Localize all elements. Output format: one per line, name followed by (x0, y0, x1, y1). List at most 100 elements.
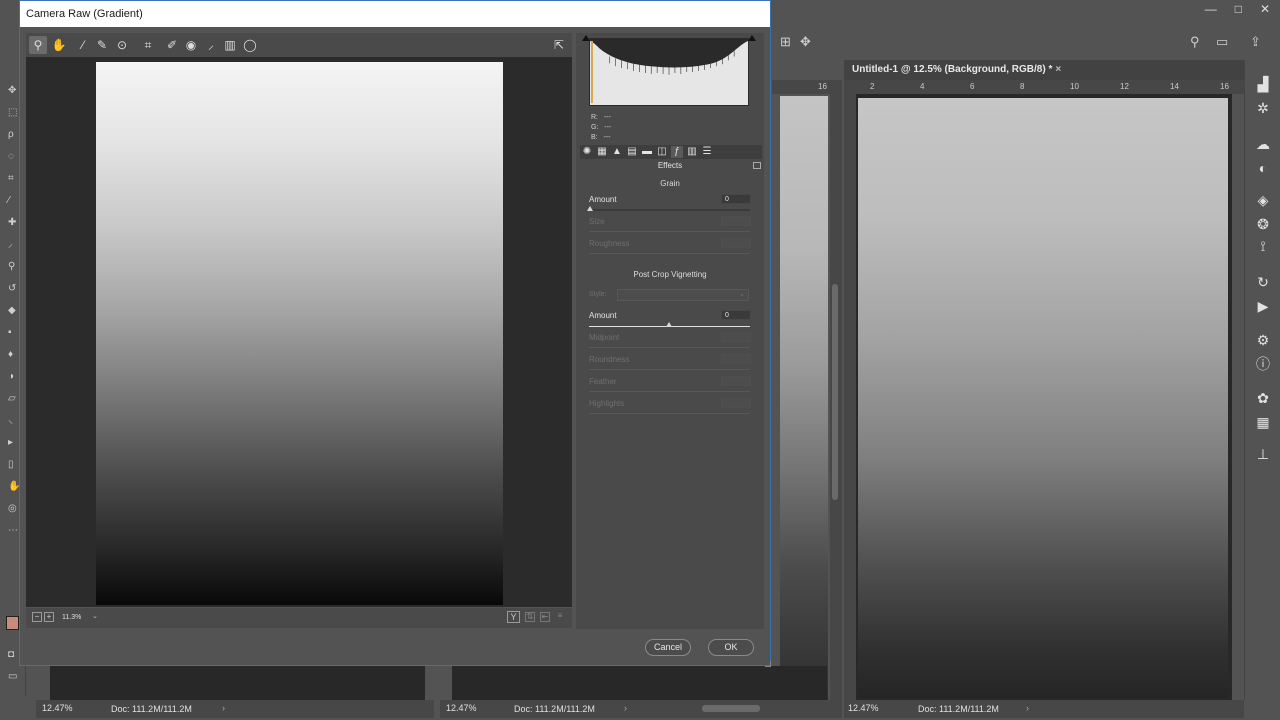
grid-panel-icon[interactable]: ▦ (1255, 414, 1271, 430)
tone-curve-tab-icon[interactable]: ▦ (596, 146, 608, 158)
move-icon[interactable]: ✥ (800, 34, 811, 50)
graduated-filter-icon[interactable]: ▥ (221, 36, 239, 54)
history-panel-icon[interactable]: ↻ (1255, 274, 1271, 290)
quick-mask-icon[interactable]: ◘ (8, 650, 18, 660)
crop-icon[interactable]: ⌗ (139, 36, 157, 54)
vignette-amount-slider[interactable]: Amount 0 (589, 310, 752, 330)
grain-amount-value[interactable]: 0 (721, 194, 751, 204)
open-preferences-icon[interactable]: ⇱ (550, 36, 568, 54)
horizontal-scrollbar-thumb[interactable] (702, 705, 760, 712)
clone-source-panel-icon[interactable]: ⊥ (1255, 446, 1271, 462)
close-tab-icon[interactable]: × (1055, 64, 1061, 75)
split-toning-tab-icon[interactable]: ▬ (641, 146, 653, 158)
chevron-right-icon[interactable]: › (1026, 703, 1029, 713)
blur-tool-icon[interactable]: ♦ (8, 350, 18, 360)
crop-tool-icon[interactable]: ⌗ (8, 174, 18, 184)
zoom-dropdown-icon[interactable]: ⌄ (92, 612, 102, 624)
shape-tool-icon[interactable]: ▯ (8, 460, 18, 470)
camera-calibration-tab-icon[interactable]: ▥ (686, 146, 698, 158)
highlight-clipping-icon (748, 35, 756, 41)
foreground-color-swatch[interactable] (6, 616, 19, 630)
basic-tab-icon[interactable]: ✺ (581, 146, 593, 158)
zoom-tool-icon[interactable]: ◎ (8, 504, 18, 514)
resize-grip[interactable] (765, 661, 771, 667)
layers-panel-icon[interactable]: ◈ (1255, 192, 1271, 208)
healing-tool-icon[interactable]: ✚ (8, 218, 18, 228)
copy-settings-icon[interactable]: ⇤ (540, 612, 550, 622)
quick-select-icon[interactable]: ◌ (8, 152, 18, 162)
close-window-button[interactable]: ✕ (1260, 2, 1270, 16)
detail-tab-icon[interactable]: ▲ (611, 146, 623, 158)
color-sampler-icon[interactable]: ✎ (93, 36, 111, 54)
presets-tab-icon[interactable]: ☰ (701, 146, 713, 158)
hand-tool-icon[interactable]: ✋ (8, 482, 20, 492)
zoom-out-button[interactable]: − (32, 612, 42, 622)
adjustments-panel-icon[interactable]: ◐ (1255, 160, 1271, 176)
maximize-button[interactable]: □ (1235, 2, 1242, 16)
align-icon[interactable]: ⊞ (780, 34, 791, 50)
zoom-icon[interactable]: ⚲ (29, 36, 47, 54)
dodge-tool-icon[interactable]: ◑ (8, 372, 18, 382)
marquee-tool-icon[interactable]: ⬚ (8, 108, 18, 118)
swatches-panel-icon[interactable]: ✿ (1255, 390, 1271, 406)
radial-filter-icon[interactable]: ◯ (241, 36, 259, 54)
more-tools-icon[interactable]: ⋯ (8, 526, 18, 536)
gradient-tool-icon[interactable]: ▪ (8, 328, 18, 338)
document-3-zoom[interactable]: 12.47% (848, 703, 879, 713)
screen-mode-icon[interactable]: ▭ (8, 672, 18, 682)
zoom-in-button[interactable]: + (44, 612, 54, 622)
channels-panel-icon[interactable]: ❂ (1255, 216, 1271, 232)
info-panel-icon[interactable]: ⓘ (1255, 356, 1271, 372)
hand-icon[interactable]: ✋ (50, 36, 68, 54)
grain-amount-slider[interactable]: Amount 0 (587, 194, 752, 214)
zoom-level[interactable]: 11.3% (62, 612, 88, 624)
effects-tab-icon[interactable]: ƒ (671, 146, 683, 158)
minimize-button[interactable]: — (1205, 2, 1217, 16)
actions-panel-icon[interactable]: ▶ (1255, 298, 1271, 314)
before-after-toggle[interactable]: Y (507, 611, 520, 623)
vignette-amount-value[interactable]: 0 (721, 310, 751, 320)
search-icon[interactable]: ⚲ (1190, 34, 1200, 50)
grain-section-title: Grain (660, 179, 680, 188)
slider-thumb[interactable] (666, 322, 672, 327)
share-icon[interactable]: ⇪ (1250, 34, 1261, 50)
document-2-canvas (780, 96, 828, 700)
path-select-icon[interactable]: ▸ (8, 438, 18, 448)
navigator-panel-icon[interactable]: ✲ (1255, 100, 1271, 116)
preview-preferences-icon[interactable]: ≡ (555, 612, 565, 622)
stamp-tool-icon[interactable]: ⚲ (8, 262, 18, 272)
brush-tool-icon[interactable]: ⸝ (8, 240, 18, 250)
workspace-icon[interactable]: ▭ (1216, 34, 1228, 50)
slider-track[interactable] (589, 209, 750, 211)
panel-menu-icon[interactable] (753, 162, 761, 169)
pen-tool-icon[interactable]: ▱ (8, 394, 18, 404)
slider-thumb[interactable] (587, 206, 593, 211)
targeted-adjustment-icon[interactable]: ⊙ (113, 36, 131, 54)
cancel-button[interactable]: Cancel (645, 639, 691, 656)
ok-button[interactable]: OK (708, 639, 754, 656)
histogram-panel-icon[interactable]: ▟ (1255, 76, 1271, 92)
document-3-tab[interactable]: Untitled-1 @ 12.5% (Background, RGB/8) *… (844, 60, 1244, 80)
chevron-right-icon[interactable]: › (624, 703, 627, 713)
adjustment-brush-icon[interactable]: ⸝ (202, 36, 220, 54)
chevron-right-icon[interactable]: › (222, 703, 225, 713)
hsl-tab-icon[interactable]: ▤ (626, 146, 638, 158)
eyedropper-tool-icon[interactable]: ⁄ (8, 196, 18, 206)
swap-settings-icon[interactable]: ⇅ (525, 612, 535, 622)
paths-panel-icon[interactable]: ⟟ (1255, 238, 1271, 254)
document-2-scrollbar[interactable] (830, 80, 842, 700)
move-tool-icon[interactable]: ✥ (8, 86, 18, 96)
history-brush-icon[interactable]: ↺ (8, 284, 18, 294)
eraser-tool-icon[interactable]: ◆ (8, 306, 18, 316)
lasso-tool-icon[interactable]: ρ (8, 130, 18, 140)
lens-corrections-tab-icon[interactable]: ◫ (656, 146, 668, 158)
spot-removal-icon[interactable]: ✐ (163, 36, 181, 54)
type-tool-icon[interactable]: ⸜ (8, 416, 18, 426)
document-2-zoom[interactable]: 12.47% (446, 703, 477, 713)
scrollbar-thumb[interactable] (832, 284, 838, 500)
white-balance-icon[interactable]: ⁄ (74, 36, 92, 54)
libraries-panel-icon[interactable]: ☁ (1255, 136, 1271, 152)
properties-panel-icon[interactable]: ⚙ (1255, 332, 1271, 348)
red-eye-icon[interactable]: ◉ (182, 36, 200, 54)
document-1-zoom[interactable]: 12.47% (42, 703, 73, 713)
